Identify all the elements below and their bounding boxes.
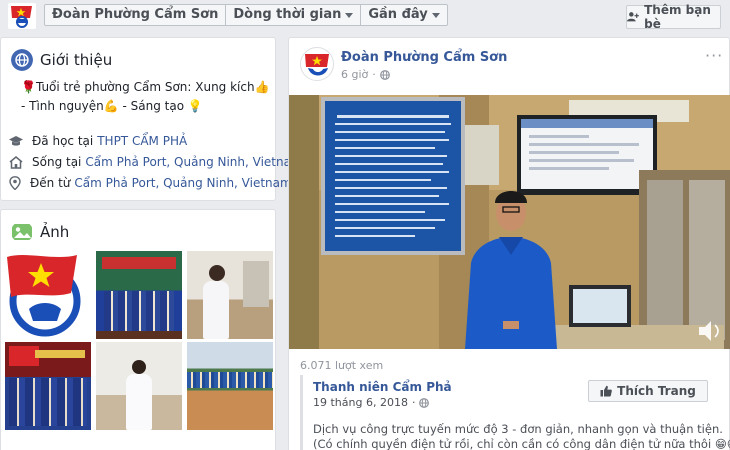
crumb-page-name[interactable]: Đoàn Phường Cẩm Sơn bbox=[45, 5, 227, 25]
info-studied-prefix: Đã học tại bbox=[32, 134, 94, 148]
photos-title: Ảnh bbox=[40, 223, 70, 241]
shared-page-name[interactable]: Thanh niên Cẩm Phả bbox=[313, 380, 452, 394]
location-pin-icon bbox=[9, 176, 21, 190]
photo-grid bbox=[5, 251, 273, 430]
photo-thumbnail-logo[interactable] bbox=[5, 251, 91, 339]
intro-bio: 🌹Tuổi trẻ phường Cẩm Sơn: Xung kích👍 - T… bbox=[21, 80, 270, 113]
photos-card: Ảnh bbox=[0, 209, 276, 450]
photo-thumbnail-crowd[interactable] bbox=[187, 342, 273, 430]
post-time: 6 giờ bbox=[341, 68, 369, 81]
photo-thumbnail-ao-dai[interactable] bbox=[187, 251, 273, 339]
add-friend-icon bbox=[627, 12, 639, 22]
crumb-timeline[interactable]: Dòng thời gian bbox=[226, 5, 362, 25]
post-timestamp[interactable]: 6 giờ · bbox=[341, 68, 390, 81]
photos-header: Ảnh bbox=[11, 221, 69, 243]
intro-title: Giới thiệu bbox=[40, 51, 113, 69]
chevron-down-icon bbox=[431, 12, 440, 18]
shared-post-text: Dịch vụ công trực tuyến mức độ 3 - đơn g… bbox=[313, 422, 730, 450]
crumb-recent-label: Gần đây bbox=[368, 7, 428, 22]
union-logo-icon bbox=[305, 54, 329, 76]
chevron-down-icon bbox=[345, 12, 354, 18]
photo-icon bbox=[12, 224, 32, 240]
graduation-cap-icon bbox=[9, 136, 23, 146]
hometown-link[interactable]: Cẩm Phả Port, Quảng Ninh, Vietnam bbox=[74, 176, 291, 190]
info-from-prefix: Đến từ bbox=[30, 176, 71, 190]
globe-icon bbox=[379, 69, 390, 80]
add-friend-label: Thêm bạn bè bbox=[644, 3, 711, 31]
thumbs-up-icon bbox=[600, 385, 612, 397]
like-page-button[interactable]: Thích Trang bbox=[588, 380, 708, 402]
view-count: 6.071 lượt xem bbox=[300, 359, 384, 372]
union-logo-icon[interactable] bbox=[8, 3, 36, 29]
shared-text-line-2: (Có chính quyền điện tử rồi, chỉ còn cần… bbox=[313, 437, 730, 450]
info-studied: Đã học tại THPT CẨM PHẢ bbox=[9, 134, 187, 148]
photo-thumbnail-youth-group[interactable] bbox=[5, 342, 91, 430]
info-lives-prefix: Sống tại bbox=[32, 155, 82, 169]
add-friend-button[interactable]: Thêm bạn bè bbox=[626, 3, 721, 31]
intro-header: Giới thiệu bbox=[11, 49, 112, 71]
shared-date[interactable]: 19 tháng 6, 2018 · bbox=[313, 396, 430, 409]
crumb-page-name-label: Đoàn Phường Cẩm Sơn bbox=[52, 7, 219, 22]
globe-icon bbox=[419, 397, 430, 408]
shared-text-line-1: Dịch vụ công trực tuyến mức độ 3 - đơn g… bbox=[313, 422, 723, 436]
crumb-recent[interactable]: Gần đây bbox=[361, 5, 446, 25]
shared-date-text: 19 tháng 6, 2018 bbox=[313, 396, 408, 409]
intro-card: Giới thiệu 🌹Tuổi trẻ phường Cẩm Sơn: Xun… bbox=[0, 37, 303, 201]
post-page-name[interactable]: Đoàn Phường Cẩm Sơn bbox=[341, 50, 507, 65]
video-frame bbox=[289, 95, 730, 349]
crumb-timeline-label: Dòng thời gian bbox=[233, 7, 342, 22]
post-video[interactable] bbox=[289, 95, 730, 349]
lives-location-link[interactable]: Cẩm Phả Port, Quảng Ninh, Vietnam bbox=[85, 155, 302, 169]
photo-thumbnail-ao-dai-2[interactable] bbox=[96, 342, 182, 430]
more-options-icon[interactable]: ··· bbox=[705, 46, 723, 65]
like-page-label: Thích Trang bbox=[617, 384, 696, 398]
top-navigation-bar: Đoàn Phường Cẩm Sơn Dòng thời gian Gần đ… bbox=[0, 0, 730, 34]
info-lives: Sống tại Cẩm Phả Port, Quảng Ninh, Vietn… bbox=[9, 155, 303, 169]
globe-icon bbox=[11, 49, 33, 71]
post-card: Đoàn Phường Cẩm Sơn 6 giờ · ··· 6.071 lư… bbox=[288, 37, 730, 450]
shared-post: Thanh niên Cẩm Phả 19 tháng 6, 2018 · Th… bbox=[300, 375, 730, 450]
photo-thumbnail-group-stage[interactable] bbox=[96, 251, 182, 339]
page-avatar[interactable] bbox=[300, 47, 334, 81]
home-icon bbox=[9, 155, 23, 169]
breadcrumb: Đoàn Phường Cẩm Sơn Dòng thời gian Gần đ… bbox=[44, 4, 448, 26]
info-from: Đến từ Cẩm Phả Port, Quảng Ninh, Vietnam bbox=[9, 176, 292, 190]
school-link[interactable]: THPT CẨM PHẢ bbox=[97, 134, 187, 148]
